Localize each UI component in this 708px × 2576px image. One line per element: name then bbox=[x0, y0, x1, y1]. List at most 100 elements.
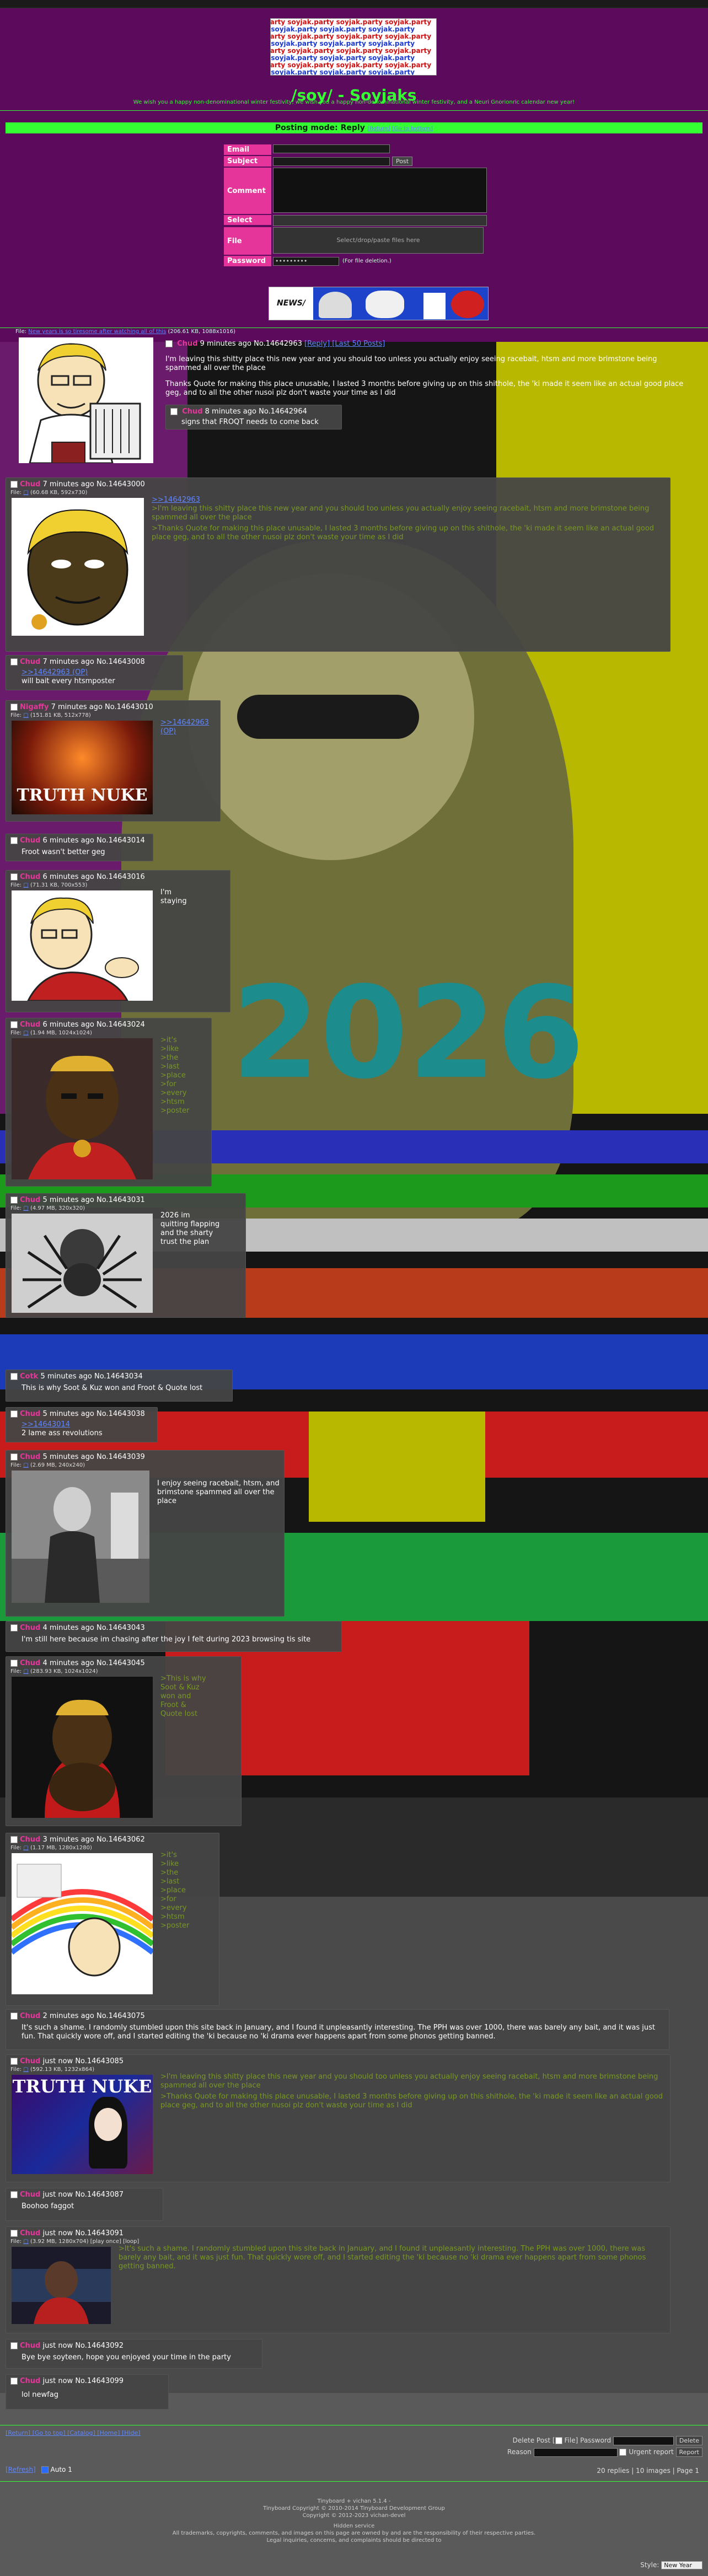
op-checkbox[interactable] bbox=[165, 340, 173, 347]
file-link[interactable]: ▢ bbox=[23, 1205, 28, 1211]
op-image[interactable] bbox=[19, 337, 153, 464]
file-only-checkbox[interactable] bbox=[555, 2437, 562, 2444]
post-button[interactable]: Post bbox=[392, 157, 413, 166]
reply-post: Chud 3 minutes ago No.14643062 File: ▢ (… bbox=[6, 1833, 219, 2006]
report-button[interactable]: Report bbox=[675, 2448, 702, 2457]
reply-checkbox[interactable] bbox=[10, 2058, 18, 2065]
op-name: Chud bbox=[177, 340, 198, 348]
reply-image[interactable] bbox=[12, 1214, 153, 1313]
reply-post: Chud 6 minutes ago No.14643014 Froot was… bbox=[6, 834, 153, 861]
file-link[interactable]: ▢ bbox=[23, 1668, 28, 1675]
reply-body: It's such a shame. I randomly stumbled u… bbox=[22, 2024, 655, 2041]
op-post-number[interactable]: No.14642963 bbox=[254, 340, 302, 348]
reply-body: This is why Soot & Kuz won and Froot & Q… bbox=[22, 1384, 203, 1392]
delete-password-field[interactable] bbox=[613, 2436, 674, 2445]
return-link[interactable]: [Return] bbox=[368, 126, 390, 132]
reply-post: Chud 5 minutes ago No.14643038 >>1464301… bbox=[6, 1407, 158, 1442]
reply-checkbox[interactable] bbox=[10, 1624, 18, 1632]
reply-image[interactable] bbox=[12, 1677, 153, 1818]
file-link[interactable]: ▢ bbox=[23, 1030, 28, 1036]
file-link[interactable]: ▢ bbox=[23, 1462, 28, 1468]
reply-image[interactable]: TRUTH NUKE bbox=[12, 2075, 153, 2174]
urgent-report-checkbox[interactable] bbox=[619, 2449, 627, 2456]
file-link[interactable]: ▢ bbox=[23, 882, 28, 888]
op-post: File: New years is so tiresome after wat… bbox=[6, 329, 689, 464]
reply-post: Chud just now No.14643091 File: ▢ (3.92 … bbox=[6, 2226, 671, 2333]
reply-checkbox[interactable] bbox=[10, 1196, 18, 1204]
board-banner[interactable]: party soyjak.party soyjak.party soyjak.p… bbox=[270, 18, 437, 76]
reply-checkbox[interactable] bbox=[10, 1021, 18, 1028]
comment-label: Comment bbox=[224, 168, 271, 214]
reply-image[interactable]: TRUTH NUKE bbox=[12, 721, 153, 814]
report-reason-field[interactable] bbox=[533, 2448, 618, 2457]
thread-nav-links[interactable]: [Return] [Go to top] [Catalog] [Home] [H… bbox=[6, 2429, 141, 2437]
reply-checkbox[interactable] bbox=[10, 1453, 18, 1461]
reply-post: Chud just now No.14643092 Bye bye soytee… bbox=[6, 2339, 262, 2369]
reply-checkbox[interactable] bbox=[10, 2378, 18, 2385]
reply-body: Froot wasn't better geg bbox=[22, 848, 105, 856]
reply-body: Bye bye soyteen, hope you enjoyed your t… bbox=[22, 2353, 231, 2362]
file-link[interactable]: ▢ bbox=[23, 1845, 28, 1851]
reply-checkbox[interactable] bbox=[10, 2342, 18, 2349]
reply-image[interactable] bbox=[12, 890, 153, 1002]
subject-label: Subject bbox=[224, 156, 271, 167]
reply-post: Chud 7 minutes ago No.14643008 >>1464296… bbox=[6, 655, 183, 690]
file-link[interactable]: ▢ bbox=[23, 490, 28, 496]
reply-image[interactable] bbox=[12, 1038, 153, 1179]
formatting-buttons[interactable] bbox=[273, 215, 487, 226]
op-file-info: File: New years is so tiresome after wat… bbox=[15, 329, 236, 335]
reply-checkbox[interactable] bbox=[10, 481, 18, 488]
posting-mode-bar: Posting mode: Reply [Return] [Go to bott… bbox=[6, 122, 702, 133]
reply-image[interactable] bbox=[12, 1471, 149, 1603]
style-select[interactable]: New Year bbox=[661, 2561, 702, 2569]
password-field[interactable]: ••••••••• bbox=[273, 256, 339, 266]
posting-mode-label: Posting mode: Reply bbox=[275, 124, 365, 132]
op-actions[interactable]: [Reply] [Last 50 Posts] bbox=[304, 340, 385, 348]
subject-field[interactable] bbox=[273, 157, 390, 166]
reply-checkbox[interactable] bbox=[10, 837, 18, 844]
reply-post: Chud 6 minutes ago No.14643016 File: ▢ (… bbox=[6, 870, 230, 1012]
file-link[interactable]: ▢ bbox=[23, 712, 28, 718]
reply-post: Chud just now No.14643085 File: ▢ (592.1… bbox=[6, 2054, 671, 2182]
refresh-link[interactable]: [Refresh] bbox=[6, 2466, 36, 2473]
reply-image[interactable] bbox=[12, 498, 144, 636]
file-link[interactable]: ▢ bbox=[23, 2067, 28, 2073]
op-body: I'm leaving this shitty place this new y… bbox=[165, 355, 684, 397]
divider bbox=[0, 110, 708, 111]
video-controls[interactable]: [play once] [loop] bbox=[90, 2239, 140, 2245]
reply-checkbox[interactable] bbox=[10, 873, 18, 881]
reply-checkbox[interactable] bbox=[10, 1660, 18, 1667]
reply-checkbox[interactable] bbox=[10, 2191, 18, 2198]
reply-checkbox[interactable] bbox=[10, 704, 18, 711]
reply-checkbox[interactable] bbox=[170, 408, 178, 415]
reply-post: Chud 2 minutes ago No.14643075 It's such… bbox=[6, 2009, 669, 2050]
file-link[interactable]: ▢ bbox=[23, 2239, 28, 2245]
autoupdate-control[interactable]: [Refresh] Auto 1 bbox=[6, 2466, 72, 2473]
reply-checkbox[interactable] bbox=[10, 2230, 18, 2237]
autoupdate-checkbox[interactable] bbox=[41, 2466, 49, 2473]
reply-checkbox[interactable] bbox=[10, 2012, 18, 2020]
reply-video-thumb[interactable] bbox=[12, 2247, 111, 2324]
go-bottom-link[interactable]: [Go to bottom] bbox=[392, 126, 433, 132]
thread-stats: 20 replies | 10 images | Page 1 bbox=[597, 2467, 699, 2475]
comment-textarea[interactable] bbox=[273, 168, 487, 213]
op-namebar: Chud 9 minutes ago No.14642963 [Reply] [… bbox=[165, 340, 684, 348]
file-dropzone[interactable]: Select/drop/paste files here bbox=[273, 227, 484, 254]
reply-body: >>14642963 (OP) will bait every htsmpost… bbox=[22, 668, 115, 685]
email-field[interactable] bbox=[273, 144, 390, 153]
email-label: Email bbox=[224, 144, 271, 155]
file-label: File bbox=[224, 227, 271, 255]
reply-post: Chud 6 minutes ago No.14643024 File: ▢ (… bbox=[6, 1018, 212, 1187]
reply-checkbox[interactable] bbox=[10, 1836, 18, 1843]
reply-body: Boohoo faggot bbox=[22, 2202, 74, 2210]
promo-banner[interactable]: NEWS/ bbox=[269, 287, 489, 320]
top-nav-bar bbox=[0, 0, 708, 8]
reply-checkbox[interactable] bbox=[10, 1373, 18, 1380]
reply-checkbox[interactable] bbox=[10, 658, 18, 666]
reply-checkbox[interactable] bbox=[10, 1410, 18, 1418]
reply-post: Chud just now No.14643087 Boohoo faggot bbox=[6, 2188, 163, 2221]
reply-body: >>14643014 2 lame ass revolutions bbox=[22, 1420, 103, 1437]
op-file-link[interactable]: New years is so tiresome after watching … bbox=[28, 329, 166, 335]
reply-image[interactable] bbox=[9, 1853, 155, 1994]
delete-button[interactable]: Delete bbox=[675, 2436, 702, 2445]
